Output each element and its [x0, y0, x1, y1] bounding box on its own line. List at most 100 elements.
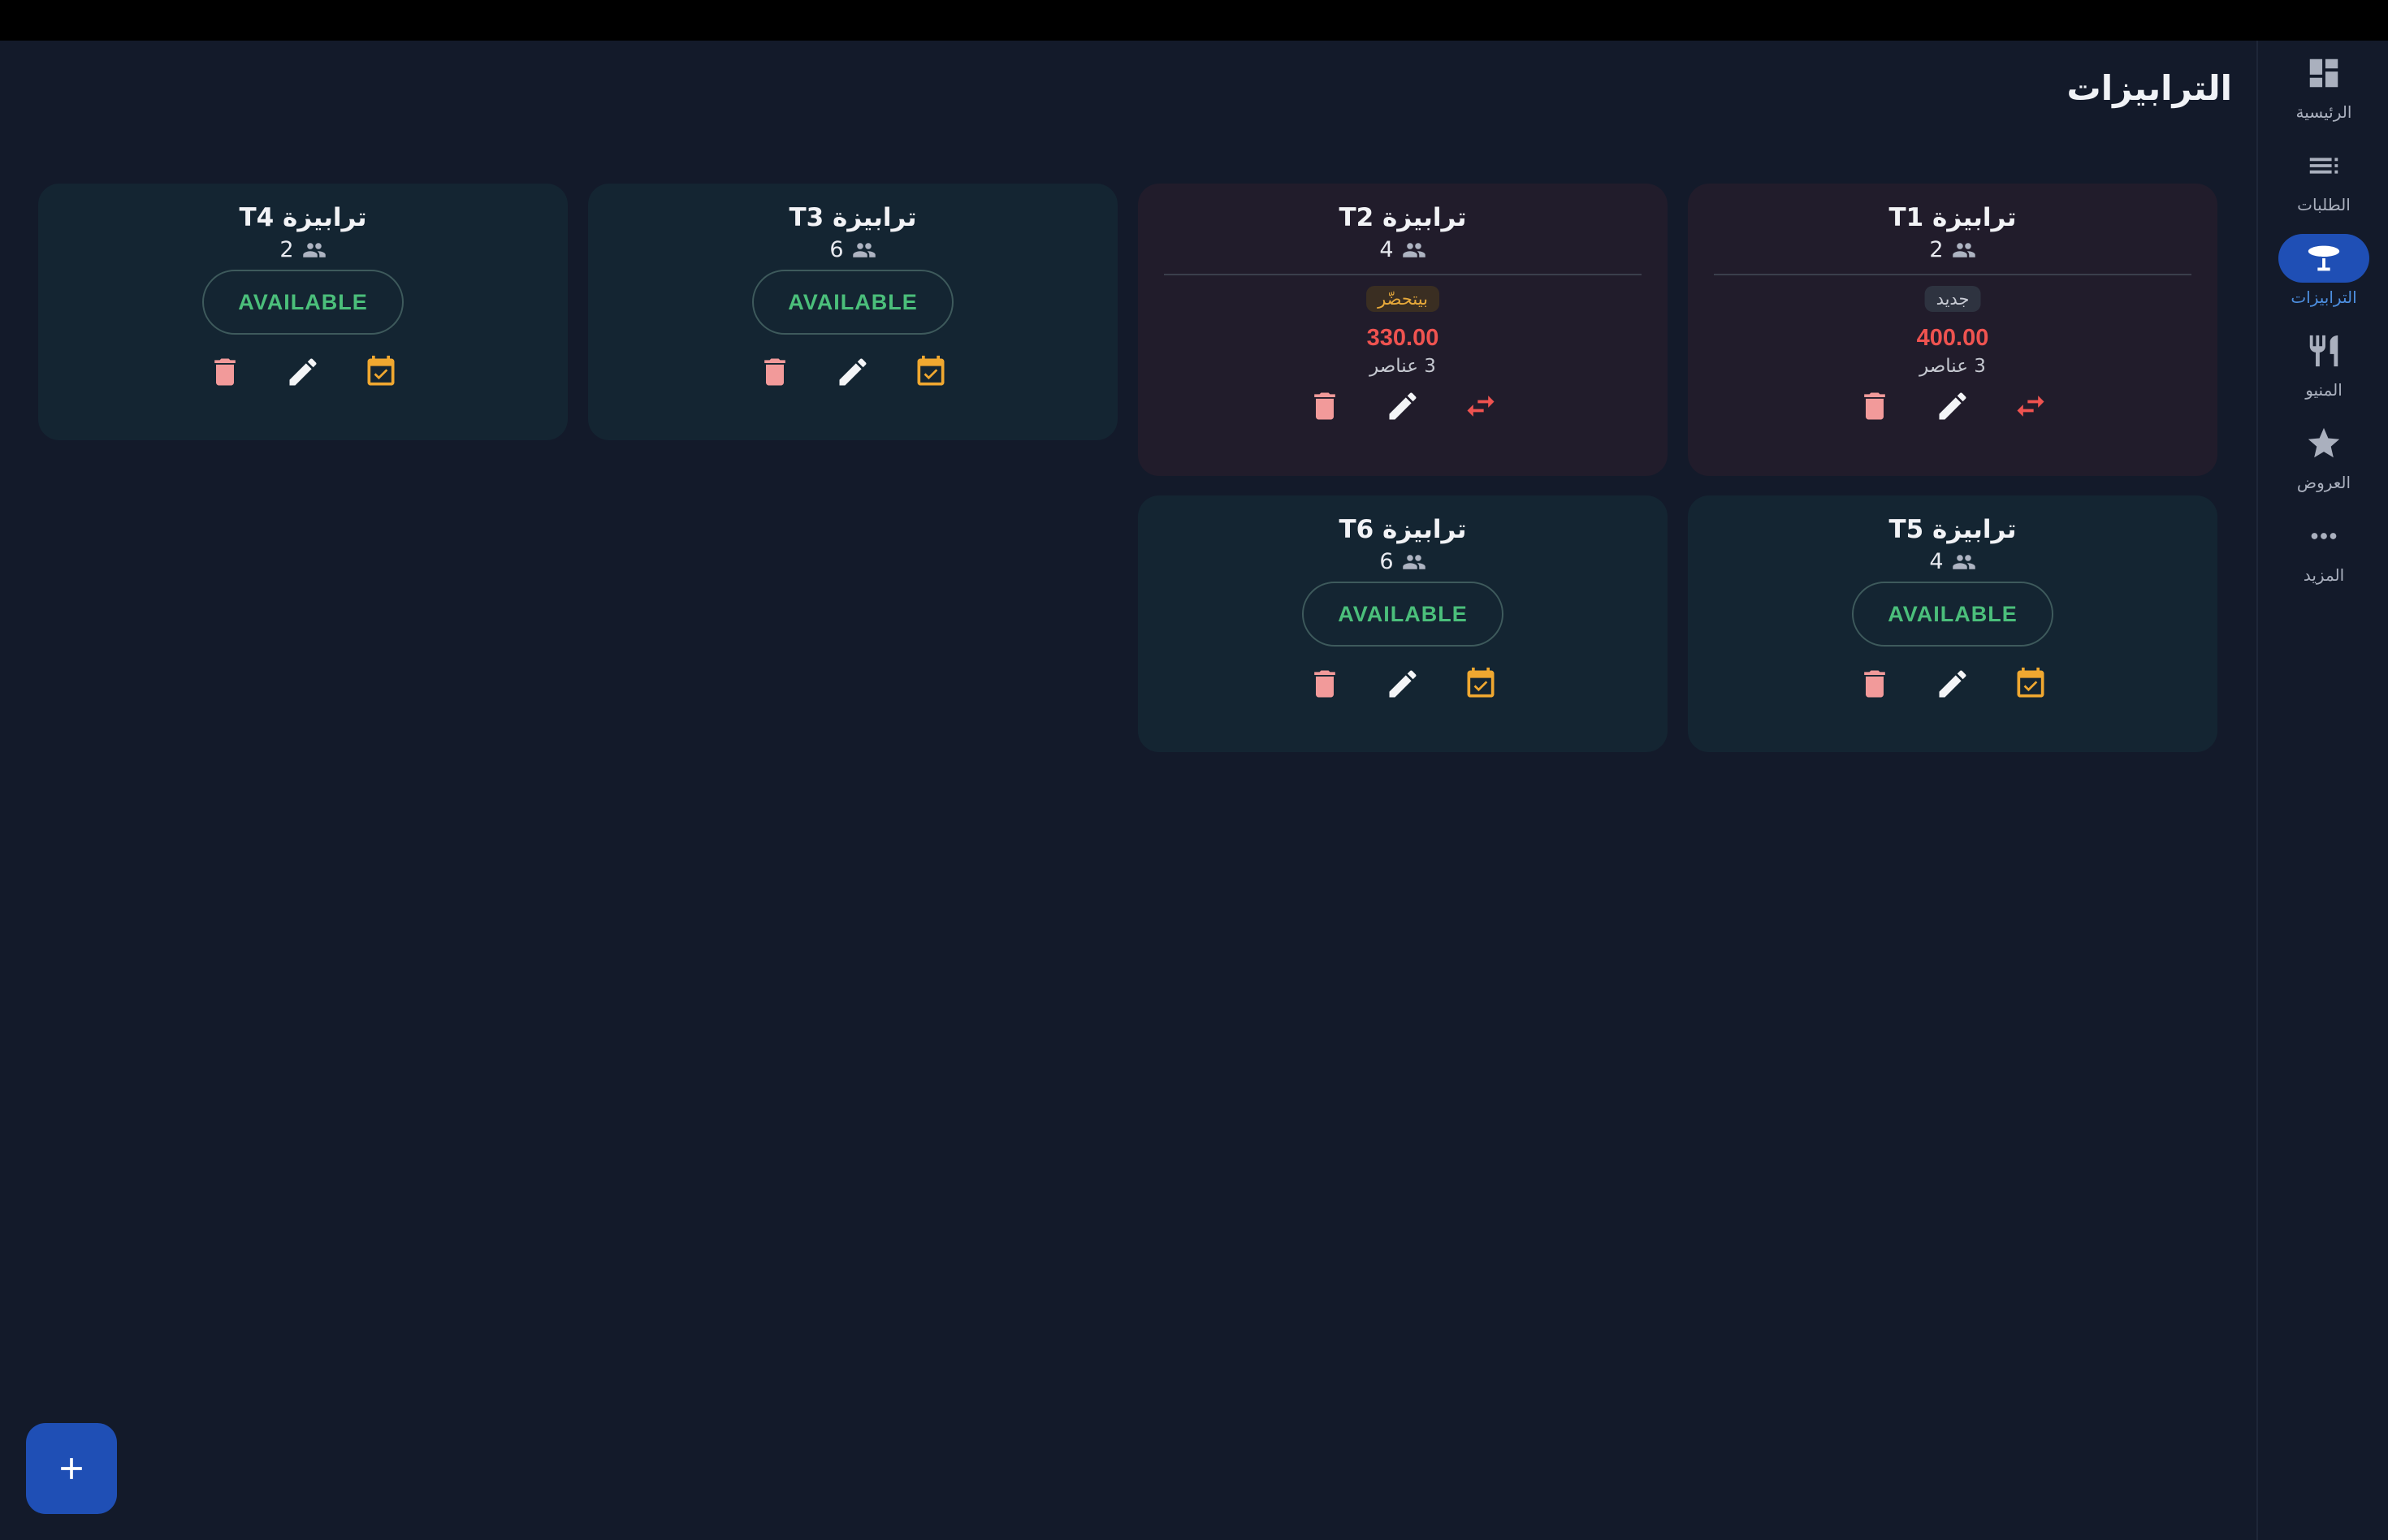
add-table-button[interactable] — [26, 1423, 117, 1514]
transfer-table-button[interactable] — [1463, 388, 1499, 424]
table-name: ترابيزة T2 — [1339, 203, 1467, 232]
card-actions — [38, 354, 568, 390]
table-name: ترابيزة T4 — [239, 203, 367, 232]
nav-icon-container — [2278, 141, 2369, 190]
delete-icon — [1864, 670, 1885, 698]
nav-label: الطلبات — [2297, 195, 2351, 214]
people-icon — [1952, 242, 1975, 257]
table-name: ترابيزة T6 — [1339, 515, 1467, 544]
card-actions — [1688, 666, 2217, 702]
delete-button[interactable] — [1857, 388, 1893, 424]
table-card[interactable]: ترابيزة T4 2 AVAILABLE — [38, 184, 568, 440]
card-actions — [1138, 388, 1668, 424]
page-title: الترابيزات — [2066, 68, 2232, 108]
card-divider — [1164, 274, 1642, 275]
reserve-icon — [367, 355, 395, 386]
seat-count: 4 — [1688, 549, 2217, 574]
edit-icon — [1389, 392, 1417, 420]
delete-icon — [1314, 670, 1335, 698]
list-icon — [2309, 158, 2338, 174]
delete-icon — [764, 358, 785, 386]
table-name: ترابيزة T5 — [1888, 515, 2017, 544]
delete-button[interactable] — [1307, 388, 1343, 424]
nav-item-orders[interactable]: الطلبات — [2258, 141, 2388, 226]
table-card[interactable]: ترابيزة T5 4 AVAILABLE — [1688, 495, 2217, 752]
main-content: الترابيزات ترابيزة T1 2 جديد 400.00 3 عناصر ت… — [0, 41, 2256, 1540]
seat-count: 2 — [38, 237, 568, 262]
transfer-table-button[interactable] — [2013, 388, 2048, 424]
edit-button[interactable] — [1935, 388, 1971, 424]
table-card[interactable]: ترابيزة T1 2 جديد 400.00 3 عناصر — [1688, 184, 2217, 476]
restaurant-icon — [2309, 335, 2338, 367]
edit-button[interactable] — [1935, 666, 1971, 702]
reserve-button[interactable] — [913, 354, 949, 390]
delete-icon — [1864, 392, 1885, 420]
nav-icon-container — [2278, 234, 2369, 283]
items-count: 3 عناصر — [1919, 356, 1986, 377]
seats-value: 4 — [1379, 237, 1394, 262]
edit-button[interactable] — [1385, 666, 1421, 702]
available-status-button[interactable]: AVAILABLE — [202, 270, 404, 335]
table-card[interactable]: ترابيزة T2 4 بيتحضّر 330.00 3 عناصر — [1138, 184, 1668, 476]
edit-icon — [1389, 670, 1417, 698]
order-status-badge: جديد — [1924, 286, 1981, 312]
available-status-button[interactable]: AVAILABLE — [752, 270, 954, 335]
swap-icon — [2017, 396, 2044, 417]
seats-value: 6 — [829, 237, 844, 262]
nav-label: الترابيزات — [2291, 288, 2357, 307]
dashboard-icon — [2309, 58, 2338, 88]
edit-icon — [1939, 392, 1966, 420]
swap-icon — [1467, 396, 1495, 417]
edit-icon — [839, 358, 867, 386]
available-status-button[interactable]: AVAILABLE — [1302, 582, 1503, 647]
delete-button[interactable] — [207, 354, 243, 390]
table-card[interactable]: ترابيزة T3 6 AVAILABLE — [588, 184, 1118, 440]
card-actions — [1138, 666, 1668, 702]
nav-item-home[interactable]: الرئيسية — [2258, 49, 2388, 133]
table-name: ترابيزة T3 — [789, 203, 917, 232]
people-icon — [852, 242, 876, 257]
edit-icon — [1939, 670, 1966, 698]
nav-label: المنيو — [2305, 380, 2343, 400]
edit-button[interactable] — [285, 354, 321, 390]
reserve-button[interactable] — [363, 354, 399, 390]
reserve-button[interactable] — [1463, 666, 1499, 702]
items-count: 3 عناصر — [1369, 356, 1436, 377]
seats-value: 2 — [1929, 237, 1944, 262]
nav-item-tables[interactable]: الترابيزات — [2258, 234, 2388, 318]
available-status-button[interactable]: AVAILABLE — [1852, 582, 2053, 647]
people-icon — [1402, 242, 1425, 257]
seat-count: 6 — [588, 237, 1118, 262]
table-icon — [2308, 245, 2340, 271]
order-total: 400.00 — [1916, 325, 1989, 351]
delete-icon — [1314, 392, 1335, 420]
nav-label: الرئيسية — [2295, 102, 2352, 122]
nav-item-menu[interactable]: المنيو — [2258, 327, 2388, 411]
nav-icon-container — [2278, 327, 2369, 375]
seats-value: 4 — [1929, 549, 1944, 574]
reserve-icon — [2017, 667, 2044, 698]
card-actions — [588, 354, 1118, 390]
reserve-button[interactable] — [2013, 666, 2048, 702]
card-divider — [1714, 274, 2191, 275]
delete-button[interactable] — [1307, 666, 1343, 702]
delete-button[interactable] — [757, 354, 793, 390]
edit-button[interactable] — [1385, 388, 1421, 424]
edit-button[interactable] — [835, 354, 871, 390]
order-status-badge: بيتحضّر — [1366, 286, 1439, 312]
seat-count: 6 — [1138, 549, 1668, 574]
nav-item-more[interactable]: المزيد — [2258, 512, 2388, 596]
navigation-rail: الرئيسية الطلبات الترابيزات المنيو العروض الم… — [2256, 41, 2388, 1540]
nav-item-offers[interactable]: العروض — [2258, 419, 2388, 504]
edit-icon — [289, 358, 317, 386]
nav-label: العروض — [2296, 473, 2351, 492]
table-name: ترابيزة T1 — [1888, 203, 2017, 232]
people-icon — [1952, 554, 1975, 569]
seats-value: 6 — [1379, 549, 1394, 574]
top-bar — [0, 0, 2388, 41]
order-total: 330.00 — [1366, 325, 1439, 351]
delete-button[interactable] — [1857, 666, 1893, 702]
seats-value: 2 — [279, 237, 294, 262]
reserve-icon — [1467, 667, 1495, 698]
table-card[interactable]: ترابيزة T6 6 AVAILABLE — [1138, 495, 1668, 752]
